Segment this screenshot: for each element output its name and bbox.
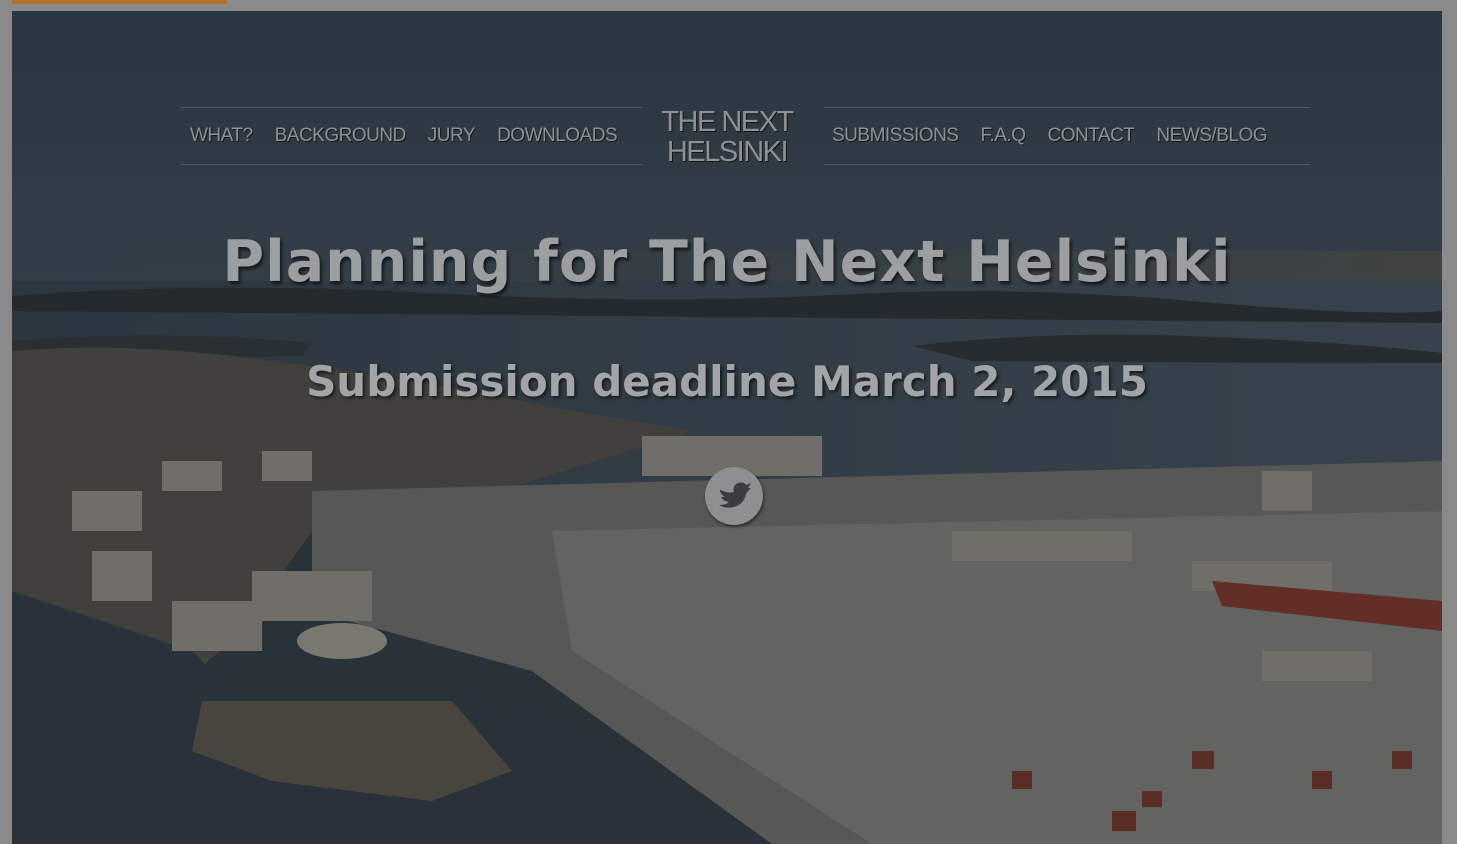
nav-link-faq[interactable]: F.A.Q <box>980 125 1026 147</box>
hero-headline: Planning for The Next Helsinki <box>222 229 1232 295</box>
nav-link-news-blog[interactable]: NEWS/BLOG <box>1156 125 1267 147</box>
nav-link-downloads[interactable]: DOWNLOADS <box>497 125 618 147</box>
top-accent-bar <box>12 0 227 4</box>
hero-subheadline: Submission deadline March 2, 2015 <box>306 357 1148 406</box>
nav-left-group: WHAT? BACKGROUND JURY DOWNLOADS <box>180 107 642 165</box>
nav-link-submissions[interactable]: SUBMISSIONS <box>832 125 959 147</box>
twitter-button[interactable] <box>705 467 763 525</box>
logo-line-2: HELSINKI <box>666 136 789 168</box>
nav-right-group: SUBMISSIONS F.A.Q CONTACT NEWS/BLOG <box>824 107 1310 165</box>
twitter-icon <box>718 482 751 508</box>
logo-line-1: THE NEXT <box>661 106 794 138</box>
main-navigation: WHAT? BACKGROUND JURY DOWNLOADS THE NEXT… <box>12 97 1442 175</box>
nav-link-jury[interactable]: JURY <box>428 125 476 147</box>
nav-link-background[interactable]: BACKGROUND <box>275 125 407 147</box>
nav-link-what[interactable]: WHAT? <box>190 125 253 147</box>
site-logo[interactable]: THE NEXT HELSINKI <box>642 107 812 167</box>
hero-section: WHAT? BACKGROUND JURY DOWNLOADS THE NEXT… <box>12 11 1442 844</box>
nav-link-contact[interactable]: CONTACT <box>1048 125 1135 147</box>
